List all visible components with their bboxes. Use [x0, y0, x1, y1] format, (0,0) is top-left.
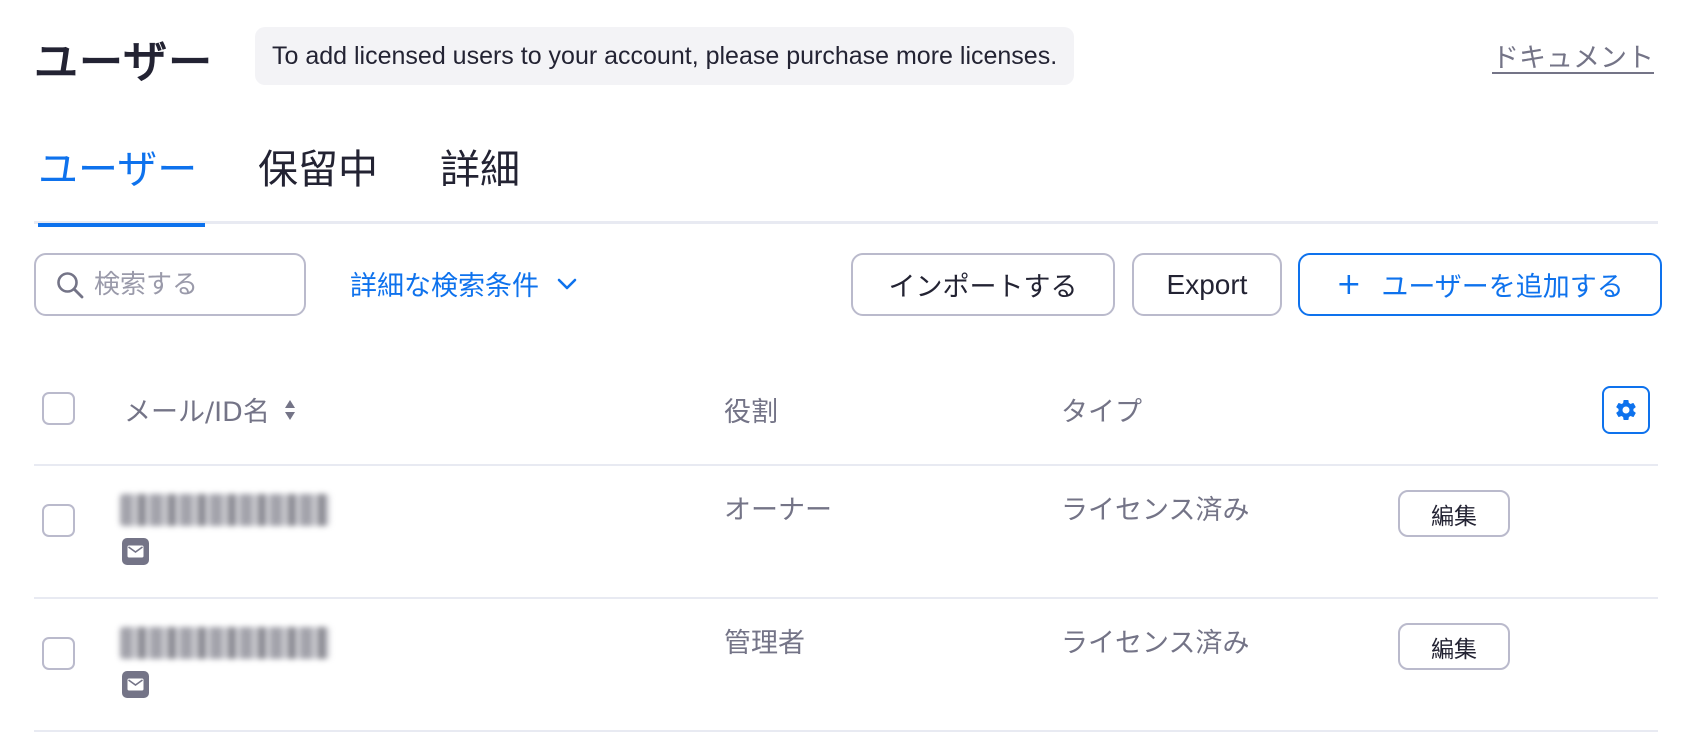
role-cell: 管理者 — [724, 628, 805, 659]
email-redacted — [120, 494, 330, 526]
add-user-label: ユーザーを追加する — [1381, 272, 1624, 303]
column-email-label: メール/ID名 — [124, 397, 270, 428]
column-email[interactable]: メール/ID名 — [124, 390, 296, 429]
select-all-checkbox[interactable] — [42, 392, 75, 425]
column-settings-button[interactable] — [1602, 386, 1650, 434]
plus-icon: + — [1336, 267, 1362, 302]
type-cell: ライセンス済み — [1061, 628, 1250, 659]
type-cell: ライセンス済み — [1061, 495, 1250, 526]
mail-icon — [122, 671, 149, 698]
row-checkbox[interactable] — [42, 637, 75, 670]
row-checkbox[interactable] — [42, 504, 75, 537]
search-input[interactable] — [94, 269, 284, 300]
email-redacted — [120, 627, 330, 659]
table-header: メール/ID名 役割 タイプ — [34, 372, 1658, 466]
advanced-search-label: 詳細な検索条件 — [350, 271, 539, 302]
tab-bar: ユーザー 保留中 詳細 — [34, 140, 1658, 227]
advanced-search-dropdown[interactable]: 詳細な検索条件 — [350, 264, 577, 303]
page-title: ユーザー — [34, 37, 214, 88]
tab-details[interactable]: 詳細 — [440, 140, 520, 224]
tab-users[interactable]: ユーザー — [38, 140, 206, 227]
chevron-down-icon — [557, 278, 577, 289]
table-row: オーナー ライセンス済み 編集 — [34, 466, 1658, 599]
gear-icon — [1616, 400, 1636, 421]
table-row: 管理者 ライセンス済み 編集 — [34, 599, 1658, 732]
add-user-button[interactable]: + ユーザーを追加する — [1298, 253, 1662, 316]
edit-button[interactable]: 編集 — [1398, 490, 1510, 537]
edit-button[interactable]: 編集 — [1398, 623, 1510, 670]
search-box — [34, 253, 306, 316]
column-role: 役割 — [724, 397, 778, 428]
mail-icon — [122, 538, 149, 565]
search-icon — [57, 271, 84, 298]
role-cell: オーナー — [724, 495, 832, 526]
documentation-link[interactable]: ドキュメント — [1492, 36, 1654, 75]
column-type: タイプ — [1061, 397, 1142, 428]
license-notice: To add licensed users to your account, p… — [255, 27, 1075, 85]
tab-pending[interactable]: 保留中 — [258, 140, 378, 224]
import-button[interactable]: インポートする — [851, 253, 1115, 316]
export-button[interactable]: Export — [1132, 253, 1282, 316]
sort-icon — [284, 399, 295, 420]
